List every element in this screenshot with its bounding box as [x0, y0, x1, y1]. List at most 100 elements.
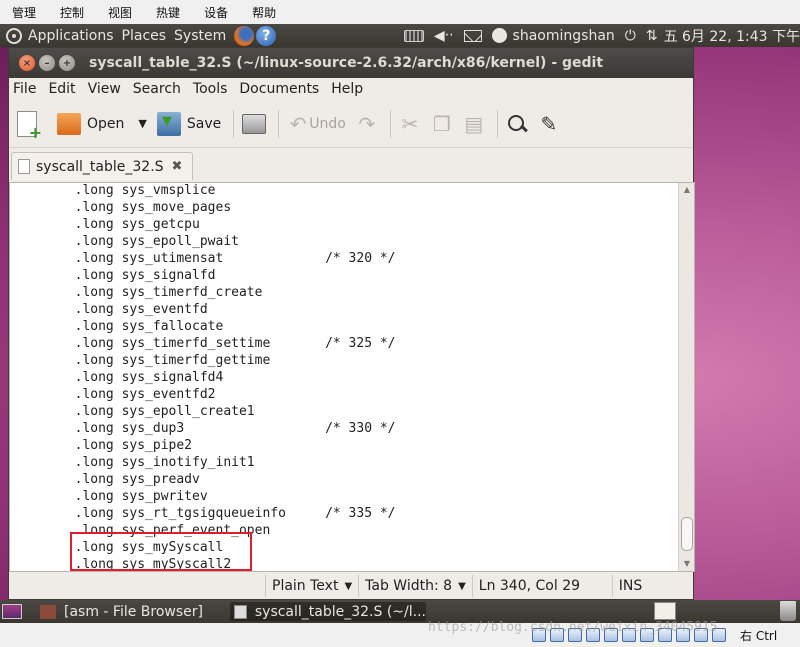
find-button[interactable]	[506, 113, 528, 135]
code-line: .long sys_timerfd_create	[12, 285, 263, 300]
tab-syscall-table[interactable]: syscall_table_32.S ✖	[11, 152, 194, 180]
system-menu[interactable]: System	[174, 28, 226, 44]
window-maximize-button[interactable]: +	[59, 55, 75, 71]
tab-width-selector[interactable]: Tab Width: 8 ▼	[358, 575, 472, 597]
vertical-scrollbar[interactable]: ▲ ▼	[678, 183, 694, 571]
paste-button[interactable]: ▤	[463, 111, 485, 136]
code-line: .long sys_vmsplice	[12, 183, 216, 198]
cursor-position: Ln 340, Col 29	[471, 575, 612, 597]
menu-file[interactable]: File	[13, 81, 36, 97]
menu-documents[interactable]: Documents	[239, 81, 319, 97]
save-button[interactable]: Save	[156, 111, 221, 136]
scissors-icon: ✂	[401, 111, 419, 136]
taskbar-item-file-browser[interactable]: [asm - File Browser]	[36, 602, 222, 621]
host-menu-help[interactable]: 帮助	[252, 4, 276, 21]
code-view[interactable]: .long sys_vmsplice .long sys_move_pages …	[12, 183, 672, 571]
network-icon[interactable]: ⇅	[646, 28, 658, 44]
menu-search[interactable]: Search	[133, 81, 181, 97]
window-titlebar[interactable]: × – + syscall_table_32.S (~/linux-source…	[9, 48, 693, 78]
show-desktop-icon[interactable]	[2, 604, 22, 619]
scroll-down-icon[interactable]: ▼	[679, 557, 694, 571]
window-minimize-button[interactable]: –	[39, 55, 55, 71]
taskbar-item-gedit[interactable]: syscall_table_32.S (~/l...	[230, 602, 426, 621]
notes-icon[interactable]	[654, 602, 676, 620]
cut-button[interactable]: ✂	[399, 111, 421, 136]
user-name[interactable]: shaomingshan	[513, 28, 615, 44]
watermark: https://blog.csdn.net/weixin_34045915	[428, 620, 718, 635]
open-label: Open	[87, 115, 125, 132]
code-line: .long sys_eventfd2	[12, 387, 216, 402]
code-line: .long sys_fallocate	[12, 319, 224, 334]
firefox-icon[interactable]	[234, 25, 255, 46]
top-panel: Applications Places System ? ◀‧‧ x shaom…	[0, 24, 800, 47]
keyboard-icon[interactable]	[403, 29, 424, 42]
file-browser-icon	[40, 604, 56, 619]
scrollbar-thumb[interactable]	[681, 517, 693, 551]
menu-view[interactable]: View	[88, 81, 121, 97]
toolbar-separator	[278, 109, 280, 138]
undo-button[interactable]: ↶ Undo	[287, 111, 346, 136]
host-menu-control[interactable]: 控制	[60, 4, 84, 21]
host-key-label: 右 Ctrl	[740, 629, 778, 643]
places-menu[interactable]: Places	[122, 28, 167, 44]
printer-icon	[242, 113, 267, 134]
host-menu-devices[interactable]: 设备	[204, 4, 228, 21]
toolbar-separator	[389, 109, 391, 138]
syntax-selector[interactable]: Plain Text ▼	[265, 575, 358, 597]
menu-edit[interactable]: Edit	[48, 81, 75, 97]
statusbar: Plain Text ▼ Tab Width: 8 ▼ Ln 340, Col …	[9, 572, 695, 600]
close-icon[interactable]: ✖	[172, 159, 183, 174]
open-recent-dropdown[interactable]: ▼	[138, 117, 146, 130]
host-menu-view[interactable]: 视图	[108, 4, 132, 21]
redo-button[interactable]: ↷	[356, 111, 378, 136]
code-line: .long sys_signalfd4	[12, 370, 224, 385]
user-status-icon[interactable]: x	[491, 28, 507, 44]
redo-icon: ↷	[358, 111, 376, 136]
text-file-icon	[18, 159, 30, 174]
volume-icon[interactable]: ◀‧‧	[434, 28, 454, 44]
applications-menu[interactable]: Applications	[28, 28, 114, 44]
scroll-up-icon[interactable]: ▲	[679, 183, 694, 197]
code-line: .long sys_utimensat /* 320 */	[12, 251, 396, 266]
new-button[interactable]	[17, 110, 42, 142]
host-menu-hotkey[interactable]: 热键	[156, 4, 180, 21]
document-tabbar: syscall_table_32.S ✖	[9, 148, 693, 180]
code-line: .long sys_rt_tgsigqueueinfo /* 335 */	[12, 506, 396, 521]
trash-icon[interactable]	[780, 601, 796, 621]
undo-label: Undo	[309, 115, 346, 132]
open-folder-icon	[57, 112, 81, 135]
code-line: .long sys_inotify_init1	[12, 455, 255, 470]
code-line: .long sys_signalfd	[12, 268, 216, 283]
power-icon[interactable]: ⏻	[625, 28, 636, 44]
search-icon	[506, 113, 528, 135]
code-line: .long sys_move_pages	[12, 200, 232, 215]
undo-icon: ↶	[289, 111, 307, 136]
clock[interactable]: 五 6月 22, 1:43 下午	[664, 26, 800, 46]
help-icon[interactable]: ?	[256, 25, 277, 46]
print-button[interactable]	[242, 113, 267, 134]
paste-icon: ▤	[464, 111, 484, 136]
host-menu-manage[interactable]: 管理	[12, 4, 36, 21]
find-replace-button[interactable]: ✎	[538, 112, 560, 136]
open-button[interactable]: Open	[57, 112, 125, 135]
new-document-icon	[17, 110, 42, 142]
code-line: .long sys_getcpu	[12, 217, 200, 232]
toolbar: Open ▼ Save ↶ Undo ↷ ✂ ❐ ▤	[9, 100, 693, 148]
text-editor[interactable]: .long sys_vmsplice .long sys_move_pages …	[9, 182, 695, 572]
tab-label: syscall_table_32.S	[36, 158, 164, 175]
mail-icon[interactable]	[463, 29, 482, 42]
toolbar-separator	[496, 109, 498, 138]
code-line: .long sys_timerfd_gettime	[12, 353, 271, 368]
gedit-window: × – + syscall_table_32.S (~/linux-source…	[8, 47, 695, 600]
save-icon	[156, 111, 181, 136]
text-editor-icon	[234, 604, 247, 619]
code-line: .long sys_eventfd	[12, 302, 208, 317]
window-close-button[interactable]: ×	[19, 55, 35, 71]
menubar: File Edit View Search Tools Documents He…	[9, 78, 693, 100]
insert-mode: INS	[611, 575, 649, 597]
copy-button[interactable]: ❐	[431, 112, 453, 136]
menu-help[interactable]: Help	[331, 81, 363, 97]
ubuntu-logo-icon[interactable]	[6, 27, 22, 44]
menu-tools[interactable]: Tools	[193, 81, 228, 97]
toolbar-separator	[233, 109, 235, 138]
